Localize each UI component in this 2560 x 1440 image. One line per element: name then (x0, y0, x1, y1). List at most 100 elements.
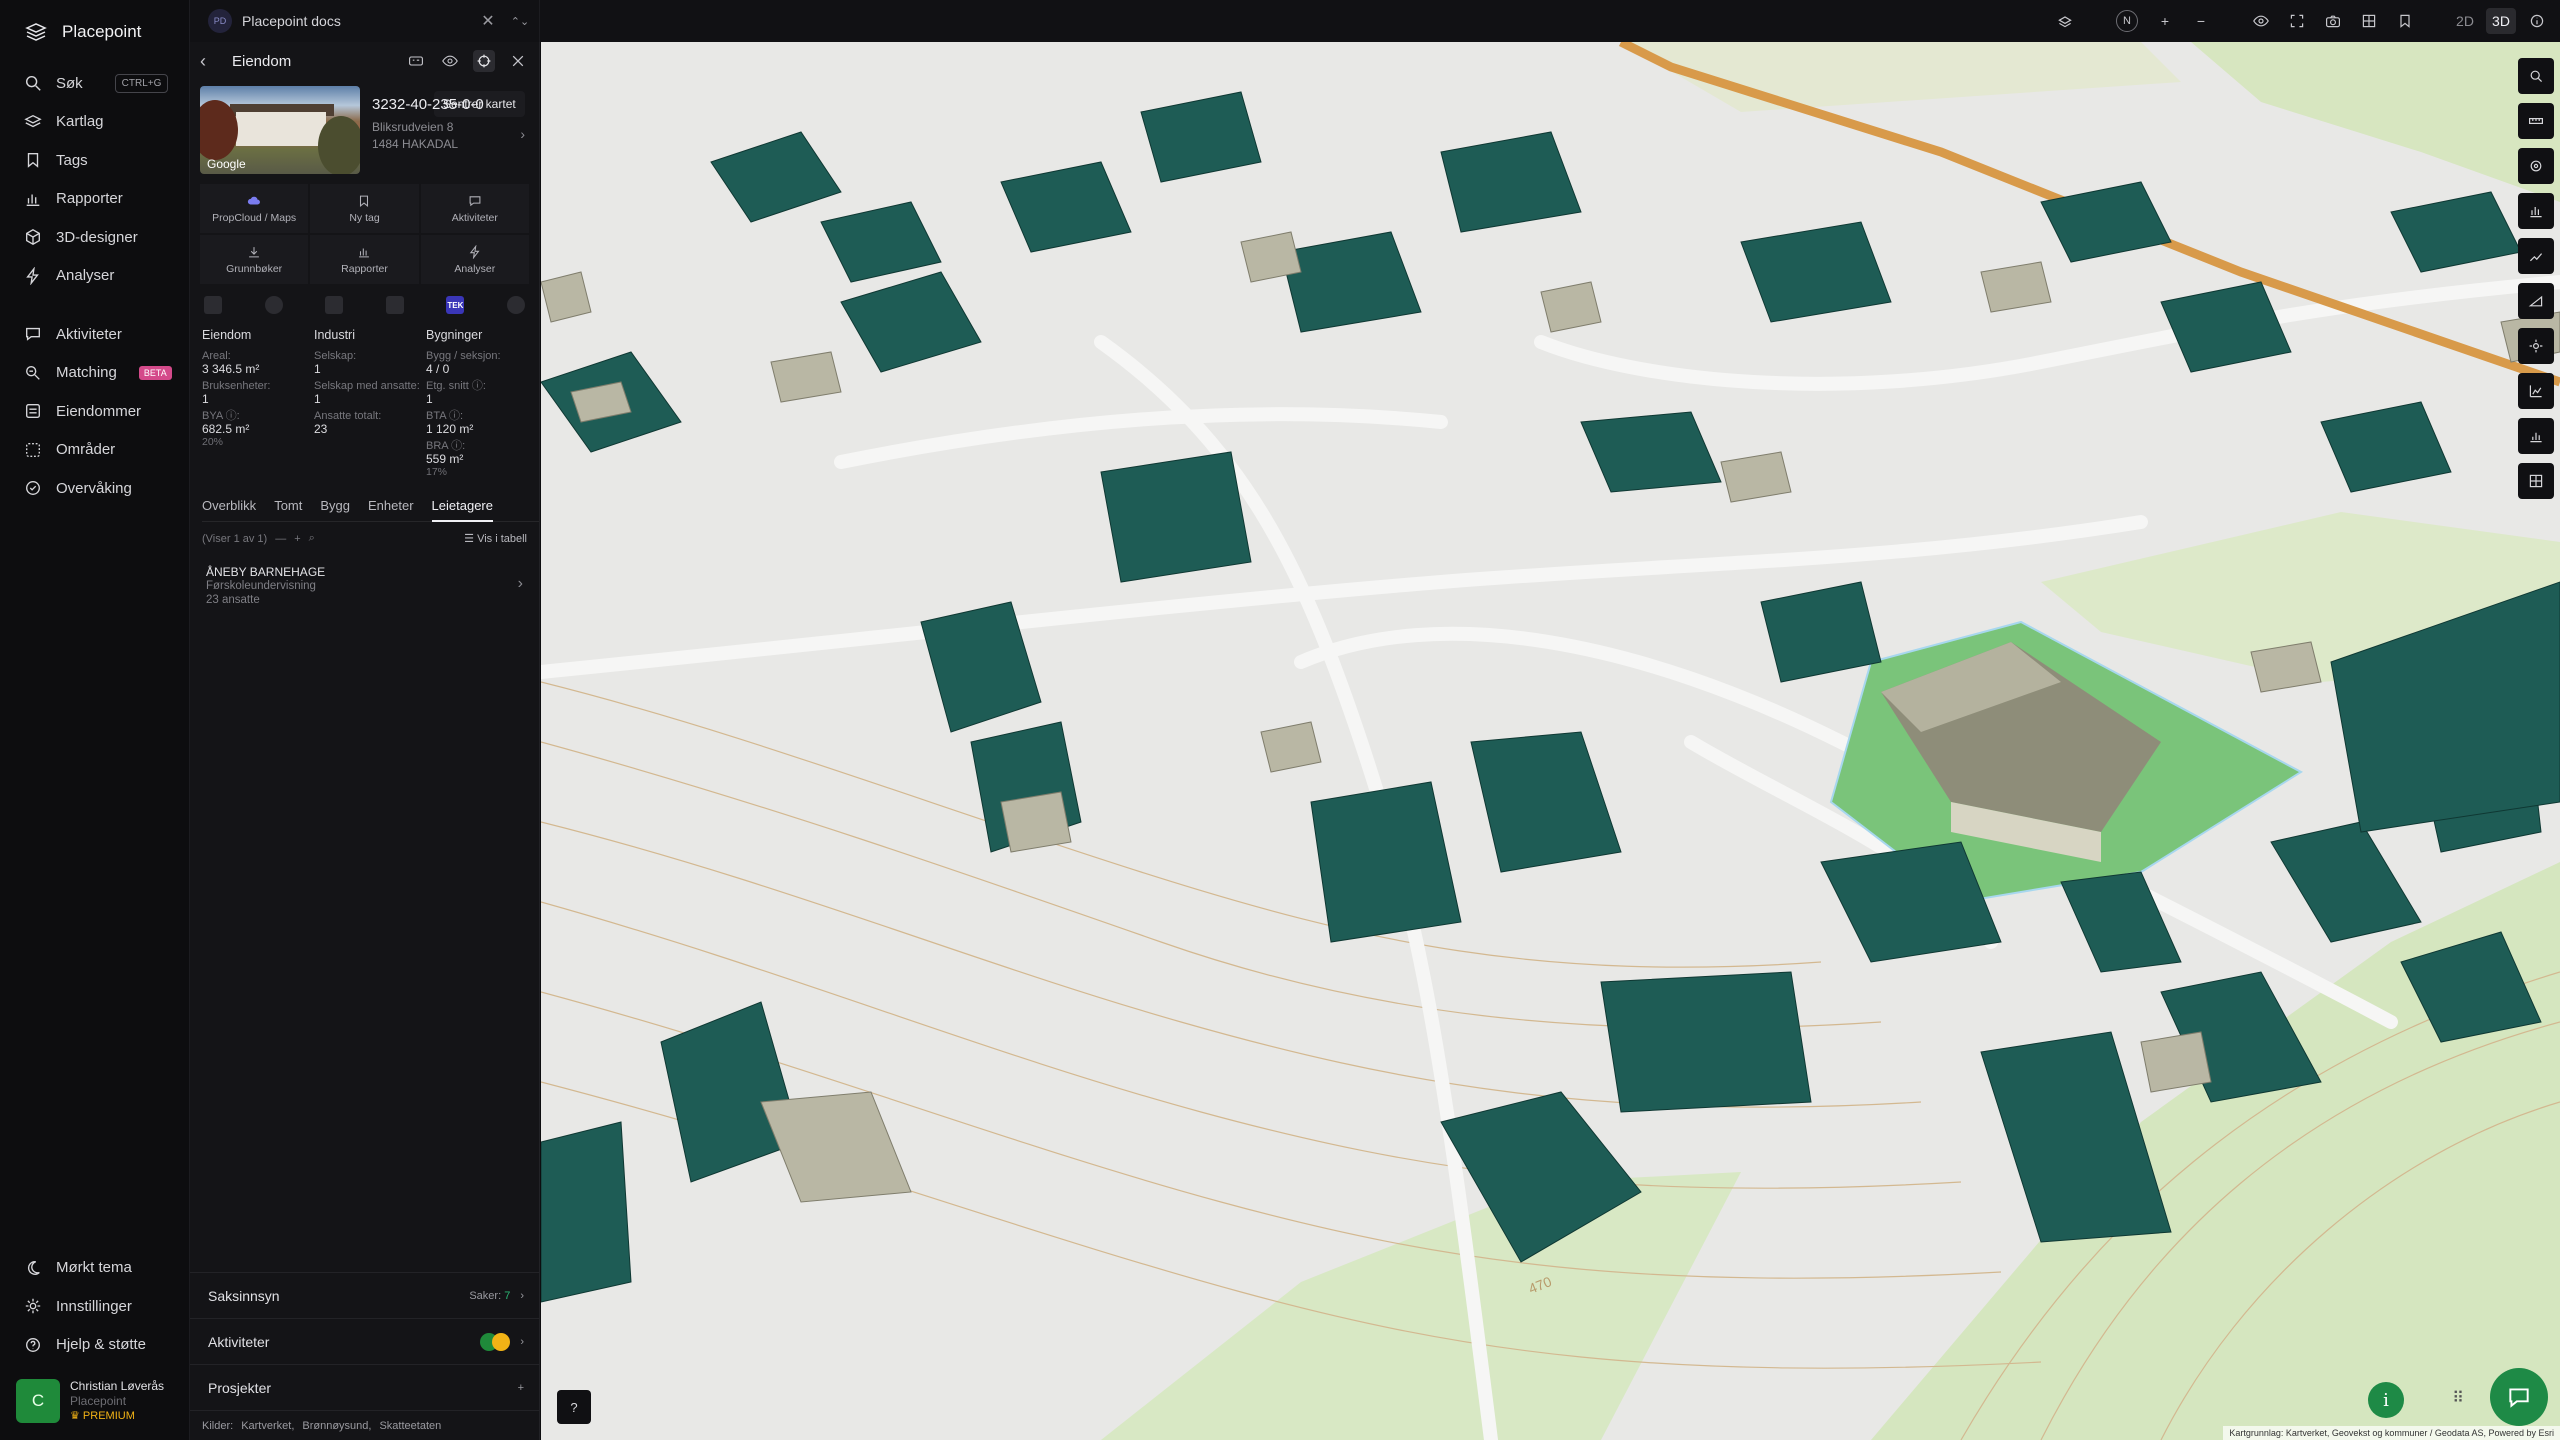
map-tool-profile-icon[interactable] (2518, 373, 2554, 409)
chevron-updown-icon[interactable]: ⌃⌄ (509, 15, 531, 28)
zoom-in-icon[interactable]: + (2150, 6, 2180, 36)
search-icon[interactable]: ⌕ (309, 532, 315, 545)
tile-rapporter[interactable]: Rapporter (310, 235, 419, 284)
add-project-button[interactable]: + (518, 1382, 524, 1394)
visibility-icon[interactable] (2246, 6, 2276, 36)
stat-value: 1 (202, 392, 209, 406)
map-tool-search-icon[interactable] (2518, 58, 2554, 94)
info-icon[interactable] (2522, 6, 2552, 36)
nav-item-overvaking[interactable]: Overvåking (0, 469, 189, 508)
compass-button[interactable]: N (2116, 10, 2138, 32)
eye-icon[interactable] (439, 50, 461, 72)
moon-icon (28, 1260, 40, 1275)
tile-analyser[interactable]: Analyser (420, 235, 529, 284)
tab-enheter[interactable]: Enheter (368, 490, 414, 522)
nav-item-rapporter[interactable]: Rapporter (0, 180, 189, 219)
nav-item-kartlag[interactable]: Kartlag (0, 103, 189, 142)
nav-item-settings[interactable]: Innstillinger (0, 1287, 190, 1326)
tab-tomt[interactable]: Tomt (274, 490, 302, 522)
chat-support-button[interactable] (2490, 1368, 2548, 1426)
section-aktiviteter[interactable]: Aktiviteter › (190, 1318, 540, 1364)
map-help-button[interactable]: ? (557, 1390, 591, 1424)
stat-label: Selskap med ansatte: (314, 380, 420, 392)
source-globe-icon[interactable] (264, 296, 283, 314)
bookmark-icon[interactable] (2390, 6, 2420, 36)
plus-icon[interactable]: + (294, 533, 300, 545)
nav-label: Innstillinger (56, 1297, 132, 1315)
nav-item-matching[interactable]: Matching BETA (0, 354, 189, 393)
stats-bygninger: Bygninger Bygg / seksjon: 4 / 0 Etg. sni… (426, 328, 529, 478)
show-in-table-button[interactable]: ☰ Vis i tabell (464, 532, 527, 545)
zoom-out-icon[interactable]: − (2186, 6, 2216, 36)
source-link[interactable]: Brønnøysund, (302, 1420, 371, 1432)
map-tool-chart-icon[interactable] (2518, 193, 2554, 229)
minus-icon[interactable]: — (275, 533, 286, 545)
area-icon (26, 442, 40, 457)
stat-label: Etg. snitt ⓘ: (426, 380, 486, 392)
map-tool-compare-icon[interactable] (2518, 463, 2554, 499)
center-map-icon[interactable] (473, 50, 495, 72)
tile-aktiviteter[interactable]: Aktiviteter (420, 184, 529, 233)
map-tool-rail (2518, 58, 2554, 499)
nav-item-3d-designer[interactable]: 3D-designer (0, 218, 189, 257)
nav-item-help[interactable]: Hjelp & støtte (0, 1326, 190, 1365)
info-button[interactable]: i (2368, 1382, 2404, 1418)
source-link[interactable]: Skatteetaten (379, 1420, 441, 1432)
source-plant-icon[interactable] (325, 296, 344, 314)
close-panel-icon[interactable] (507, 50, 529, 72)
source-more-icon[interactable] (506, 296, 525, 314)
map-tool-sun-icon[interactable] (2518, 328, 2554, 364)
map-scene[interactable]: 470 (541, 42, 2560, 1440)
tenant-item[interactable]: ÅNEBY BARNEHAGE Førskoleundervisning 23 … (206, 565, 527, 607)
tile-label: Ny tag (349, 211, 380, 224)
nav-item-analyser[interactable]: Analyser (0, 257, 189, 296)
fullscreen-icon[interactable] (2282, 6, 2312, 36)
section-prosjekter[interactable]: Prosjekter + (190, 1364, 540, 1410)
stat-label: Bygg / seksjon: (426, 350, 501, 362)
mode-2d-button[interactable]: 2D (2450, 13, 2480, 29)
source-link[interactable]: Kartverket, (241, 1420, 294, 1432)
stats-eiendom: Eiendom Areal: 3 346.5 m² Bruksenheter: … (202, 328, 314, 478)
nav-bottom: Mørkt tema Innstillinger Hjelp & støtte … (0, 1249, 190, 1440)
map-tool-view-icon[interactable] (2518, 148, 2554, 184)
source-tek-icon[interactable]: TEK (446, 296, 465, 314)
tile-propcloud[interactable]: PropCloud / Maps (200, 184, 309, 233)
tab-leietagere[interactable]: Leietagere (431, 490, 493, 522)
brand[interactable]: Placepoint (0, 0, 189, 64)
nav-item-dark-theme[interactable]: Mørkt tema (0, 1249, 190, 1288)
camera-icon[interactable] (2318, 6, 2348, 36)
property-card[interactable]: Google 3232-40-235-0-0 Bliksrudveien 8 1… (200, 86, 529, 176)
section-meta: Saker: 7 › (469, 1290, 524, 1302)
tile-grunnboker[interactable]: Grunnbøker (200, 235, 309, 284)
map-tool-measure-icon[interactable] (2518, 103, 2554, 139)
layers-toggle-icon[interactable] (2050, 6, 2080, 36)
tile-ny-tag[interactable]: Ny tag (310, 184, 419, 233)
grid-icon[interactable] (2354, 6, 2384, 36)
tab-bygg[interactable]: Bygg (320, 490, 350, 522)
tab-overblikk[interactable]: Overblikk (202, 490, 256, 522)
nav-item-tags[interactable]: Tags (0, 141, 189, 180)
drag-handle-icon[interactable]: ⠿ (2452, 1388, 2464, 1408)
map-tool-slope-icon[interactable] (2518, 283, 2554, 319)
map-3d-view[interactable]: 470 ? i ⠿ Kartgrunnlag: Kartverket, Geov… (541, 42, 2560, 1440)
section-saksinnsyn[interactable]: Saksinnsyn Saker: 7 › (190, 1272, 540, 1318)
user-card[interactable]: C Christian Løverås Placepoint ♛ PREMIUM (16, 1376, 176, 1426)
nav-item-sok[interactable]: Søk CTRL+G (0, 64, 189, 103)
document-tab[interactable]: PD Placepoint docs ✕ ⌃⌄ (190, 0, 540, 42)
mode-3d-button[interactable]: 3D (2486, 8, 2516, 34)
panel-actions (405, 50, 529, 72)
source-registry-icon[interactable] (204, 296, 222, 314)
source-chart-icon[interactable] (385, 296, 404, 314)
nav-item-aktiviteter[interactable]: Aktiviteter (0, 315, 189, 354)
close-doc-icon[interactable]: ✕ (477, 11, 499, 31)
back-arrow-icon[interactable]: ‹ (200, 51, 224, 72)
chevron-right-icon: › (520, 1289, 524, 1302)
street-view-photo[interactable]: Google (200, 86, 360, 174)
chevron-right-icon[interactable]: › (520, 126, 525, 142)
map-tool-stats-icon[interactable] (2518, 418, 2554, 454)
tenant-employees: 23 ansatte (206, 594, 260, 606)
map-tool-route-icon[interactable] (2518, 238, 2554, 274)
view-360-icon[interactable] (405, 50, 427, 72)
nav-item-eiendommer[interactable]: Eiendommer (0, 392, 189, 431)
nav-item-omrader[interactable]: Områder (0, 431, 189, 470)
